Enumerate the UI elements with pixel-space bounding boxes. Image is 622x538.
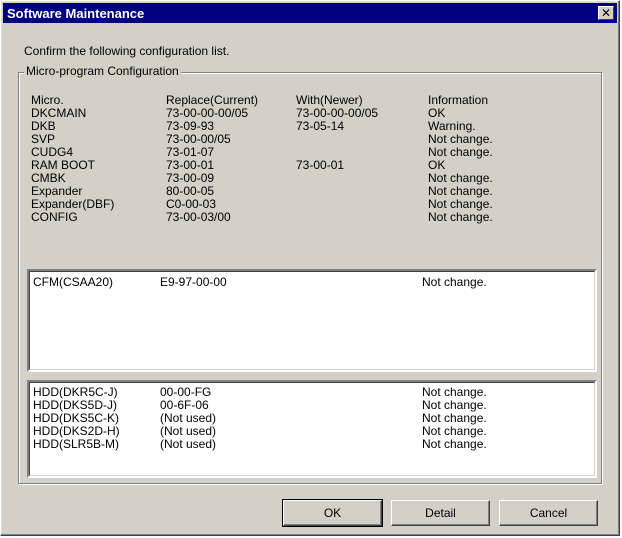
instruction-text: Confirm the following configuration list…	[24, 44, 230, 58]
config-row: DKB 73-09-93 73-05-14 Warning.	[31, 120, 591, 133]
with-version: 73-00-01	[296, 158, 345, 172]
list-item[interactable]: CFM(CSAA20) E9-97-00-00 Not change.	[29, 276, 589, 289]
hdd-name: HDD(SLR5B-M)	[33, 437, 120, 451]
group-label: Micro-program Configuration	[24, 64, 181, 78]
config-row: CONFIG 73-00-03/00 Not change.	[31, 211, 591, 224]
detail-button[interactable]: Detail	[391, 500, 490, 526]
close-icon: ✕	[600, 6, 612, 20]
with-version: 73-05-14	[296, 119, 345, 133]
cancel-button[interactable]: Cancel	[499, 500, 598, 526]
config-row: Expander(DBF) C0-00-03 Not change.	[31, 198, 591, 211]
micro-name: CONFIG	[31, 210, 78, 224]
cfm-information: Not change.	[422, 275, 487, 289]
ok-button[interactable]: OK	[282, 499, 383, 527]
config-row: SVP 73-00-00/05 Not change.	[31, 133, 591, 146]
replace-version: 73-00-03/00	[166, 210, 231, 224]
information: Not change.	[428, 210, 493, 224]
cfm-name: CFM(CSAA20)	[33, 275, 114, 289]
close-button[interactable]: ✕	[598, 6, 614, 20]
cfm-version: E9-97-00-00	[160, 275, 227, 289]
config-row: Expander 80-00-05 Not change.	[31, 185, 591, 198]
cfm-list[interactable]: CFM(CSAA20) E9-97-00-00 Not change.	[27, 269, 597, 372]
window-title: Software Maintenance	[7, 5, 145, 21]
config-row: CMBK 73-00-09 Not change.	[31, 172, 591, 185]
hdd-list[interactable]: HDD(DKR5C-J) 00-00-FG Not change. HDD(DK…	[27, 380, 597, 478]
config-row: RAM BOOT 73-00-01 73-00-01 OK	[31, 159, 591, 172]
list-item[interactable]: HDD(SLR5B-M) (Not used) Not change.	[29, 438, 589, 451]
title-bar: Software Maintenance ✕	[3, 3, 617, 23]
hdd-version: (Not used)	[160, 437, 217, 451]
hdd-information: Not change.	[422, 437, 487, 451]
